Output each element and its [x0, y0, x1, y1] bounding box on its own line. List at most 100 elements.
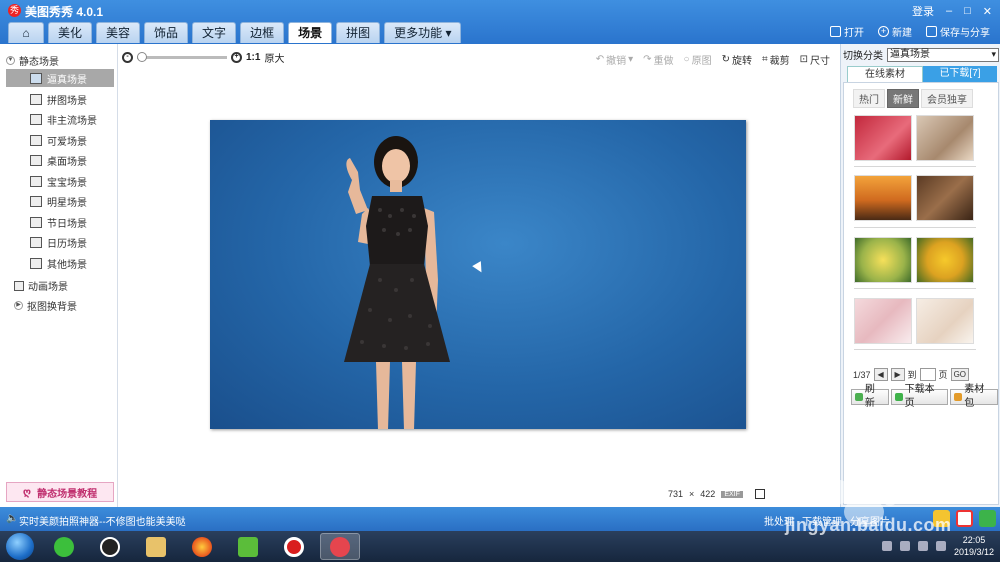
static-scene-group[interactable]: ▼ 静态场景	[6, 53, 59, 68]
tab-frame[interactable]: 边框	[240, 22, 285, 43]
material-thumbnail[interactable]	[854, 115, 912, 161]
sidebar-item-cute[interactable]: 可爱场景	[6, 131, 114, 149]
tab-text[interactable]: 文字	[192, 22, 237, 43]
material-filters: 热门 新鲜 会员独享	[853, 89, 973, 108]
tab-home[interactable]: ⌂	[8, 22, 44, 43]
tab-scene[interactable]: 场景	[288, 22, 333, 43]
static-scene-tutorial-button[interactable]: ღ 静态场景教程	[6, 482, 114, 502]
plus-icon[interactable]	[979, 510, 996, 527]
system-clock[interactable]: 22:05 2019/3/12	[954, 534, 994, 558]
resize-button[interactable]: ⊡ 尺寸	[800, 52, 830, 67]
taskbar-explorer[interactable]	[136, 533, 176, 560]
material-thumbnail[interactable]	[854, 237, 912, 283]
actual-size-button[interactable]: 1:1	[246, 52, 260, 63]
next-page-button[interactable]: ▶	[890, 368, 905, 381]
crop-label: 裁剪	[769, 56, 790, 67]
redo-button[interactable]: ↷ 重做	[643, 52, 673, 67]
sidebar-item-baby[interactable]: 宝宝场景	[6, 172, 114, 190]
material-thumbnail[interactable]	[854, 298, 912, 344]
scene-icon	[30, 154, 42, 166]
save-icon	[926, 26, 937, 37]
cutout-background-group[interactable]: ▶ 抠图换背景	[14, 298, 77, 313]
refresh-button[interactable]: 刷新	[851, 384, 889, 409]
volume-icon[interactable]	[917, 541, 928, 551]
material-pack-button[interactable]: 素材包	[950, 384, 998, 409]
expand-arrow-icon: ▶	[14, 301, 23, 310]
zoom-slider-knob[interactable]	[137, 52, 147, 62]
refresh-label: 刷新	[864, 384, 875, 409]
new-label: 新建	[892, 28, 912, 39]
category-select[interactable]: 逼真场景	[887, 47, 999, 62]
network-icon[interactable]	[899, 541, 910, 551]
close-button[interactable]: ✕	[983, 5, 992, 18]
material-thumbnail[interactable]	[854, 175, 912, 221]
material-panel: 切换分类 逼真场景 在线素材 已下载[7] 热门 新鲜 会员独享 1/37	[840, 44, 1000, 507]
prev-page-button[interactable]: ◀	[873, 368, 888, 381]
tab-online-material[interactable]: 在线素材	[847, 66, 923, 82]
speaker-icon[interactable]: 🔈	[6, 513, 18, 524]
sidebar-item-holiday[interactable]: 节日场景	[6, 213, 114, 231]
new-button[interactable]: + 新建	[878, 24, 912, 39]
crop-button[interactable]: ⌗ 裁剪	[762, 52, 790, 67]
start-button[interactable]	[6, 533, 34, 560]
weibo-icon[interactable]	[956, 510, 973, 527]
zoom-out-icon[interactable]: -	[122, 52, 133, 63]
input-method-icon[interactable]	[935, 541, 946, 551]
taskbar-qq[interactable]	[90, 533, 130, 560]
maximize-button[interactable]: □	[964, 5, 971, 17]
tab-beauty[interactable]: 美容	[96, 22, 141, 43]
filter-member[interactable]: 会员独享	[921, 89, 973, 108]
sidebar-item-star[interactable]: 明星场景	[6, 192, 114, 210]
sidebar-item-desktop[interactable]: 桌面场景	[6, 151, 114, 169]
scene-icon	[30, 72, 42, 84]
tab-more[interactable]: 更多功能 ▾	[384, 22, 462, 43]
download-page-button[interactable]: 下载本页	[890, 384, 949, 409]
animated-scene-group[interactable]: 动画场景	[14, 278, 68, 293]
keyboard-icon[interactable]	[881, 541, 892, 551]
taskbar-meitu[interactable]	[320, 533, 360, 560]
photo-canvas[interactable]	[210, 120, 746, 429]
login-link[interactable]: 登录	[912, 3, 934, 19]
save-share-button[interactable]: 保存与分享	[926, 24, 990, 39]
sidebar-item-realistic[interactable]: 逼真场景	[6, 69, 114, 87]
undo-button[interactable]: ↶ 撤销 ▾	[596, 52, 633, 67]
page-number-input[interactable]	[919, 368, 936, 381]
original-button[interactable]: ○ 原图	[684, 52, 712, 67]
sidebar-item-nonmainstream[interactable]: 非主流场景	[6, 110, 114, 128]
tab-beautify[interactable]: 美化	[48, 22, 93, 43]
chevron-down-icon[interactable]: ▾	[628, 54, 633, 65]
open-button[interactable]: 打开	[830, 24, 864, 39]
sidebar-item-other[interactable]: 其他场景	[6, 254, 114, 272]
material-thumbnail[interactable]	[916, 237, 974, 283]
taskbar-360-browser[interactable]	[44, 533, 84, 560]
promo-text-link[interactable]: 实时美颜拍照神器--不修图也能美美哒	[19, 513, 186, 528]
sidebar-item-collage[interactable]: 拼图场景	[6, 90, 114, 108]
go-button[interactable]: GO	[950, 368, 970, 381]
filter-hot[interactable]: 热门	[853, 89, 885, 108]
material-thumbnail[interactable]	[916, 175, 974, 221]
top-actions: 打开 + 新建 保存与分享	[830, 24, 990, 39]
material-thumbnail[interactable]	[916, 298, 974, 344]
sidebar-item-label: 可爱场景	[47, 136, 87, 148]
tab-downloaded[interactable]: 已下载[7]	[923, 66, 997, 82]
rotate-button[interactable]: ↻ 旋转	[722, 52, 752, 67]
taskbar-video-player[interactable]	[228, 533, 268, 560]
download-page-label: 下载本页	[904, 384, 935, 409]
material-thumbnail[interactable]	[916, 115, 974, 161]
taskbar-recorder[interactable]	[274, 533, 314, 560]
tab-collage[interactable]: 拼图	[336, 22, 381, 43]
sidebar-item-label: 其他场景	[47, 259, 87, 271]
zoom-in-icon[interactable]: +	[231, 52, 242, 63]
taskbar-firefox[interactable]	[182, 533, 222, 560]
compare-icon[interactable]	[754, 489, 765, 499]
home-icon: ⌂	[22, 26, 30, 40]
original-size-label[interactable]: 原大	[264, 50, 284, 65]
sidebar-item-calendar[interactable]: 日历场景	[6, 233, 114, 251]
minimize-button[interactable]: –	[946, 5, 952, 17]
canvas-area[interactable]	[118, 68, 840, 507]
zoom-slider[interactable]	[137, 52, 227, 62]
filter-new[interactable]: 新鲜	[887, 89, 919, 108]
tab-accessories[interactable]: 饰品	[144, 22, 189, 43]
exif-button[interactable]: EXIF	[721, 490, 743, 498]
material-pager: 1/37 ◀ ▶ 到 页 GO	[853, 368, 970, 381]
